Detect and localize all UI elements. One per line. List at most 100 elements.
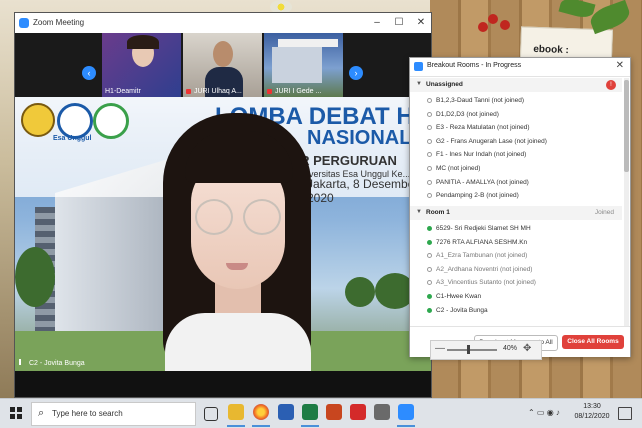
list-item[interactable]: C1-Hwee Kwan bbox=[410, 290, 622, 304]
list-item[interactable]: MC (not joined) bbox=[410, 162, 622, 176]
room-status: Joined bbox=[594, 209, 614, 216]
status-dot-icon bbox=[427, 253, 432, 259]
status-dot-icon bbox=[427, 98, 432, 103]
list-item[interactable]: A2_Ardhana Noventri (not joined) bbox=[410, 263, 622, 277]
participant-thumbnail[interactable]: JURI Ulhaq A... bbox=[183, 33, 262, 97]
scrollbar[interactable] bbox=[624, 78, 629, 326]
prev-page-arrow-icon[interactable]: ‹ bbox=[82, 66, 96, 80]
list-item[interactable]: G2 - Frans Anugerah Lase (not joined) bbox=[410, 135, 622, 149]
status-dot-icon bbox=[427, 294, 432, 299]
emblem-icon bbox=[21, 103, 55, 137]
zoom-logo-icon bbox=[414, 62, 423, 71]
task-view-icon[interactable] bbox=[204, 407, 218, 421]
zoom-bottom-area bbox=[15, 371, 431, 397]
mic-muted-icon bbox=[267, 89, 272, 94]
search-icon: ⌕ bbox=[38, 407, 45, 419]
taskbar-search[interactable]: ⌕ Type here to search bbox=[31, 402, 196, 426]
status-dot-icon bbox=[427, 226, 432, 231]
list-item[interactable]: 6529- Sri Redjeki Slamet SH MH bbox=[410, 222, 622, 236]
maximize-button[interactable]: ☐ bbox=[389, 13, 409, 33]
system-tray-icons[interactable]: ⌃ ▭ ◉ ♪ bbox=[528, 408, 560, 417]
status-dot-icon bbox=[427, 280, 432, 286]
list-item[interactable]: A1_Ezra Tambunan (not joined) bbox=[410, 249, 622, 263]
list-item[interactable]: PANITIA - AMALLYA (not joined) bbox=[410, 176, 622, 190]
list-item[interactable]: A3_Vincentius Sutanto (not joined) bbox=[410, 276, 622, 290]
berry-icon bbox=[500, 20, 510, 30]
status-dot-icon bbox=[427, 138, 432, 144]
logo-caption: Esa Unggul bbox=[53, 135, 92, 142]
participant-name: JURI Ulhaq A... bbox=[194, 88, 242, 95]
powerpoint-icon[interactable] bbox=[326, 404, 342, 420]
breakout-list: ▼ Unassigned ! B1,2,3-Daud Tanni (not jo… bbox=[410, 76, 622, 326]
clock-date: 08/12/2020 bbox=[574, 413, 610, 420]
close-all-rooms-button[interactable]: Close All Rooms bbox=[562, 335, 624, 349]
section-room-1[interactable]: ▼ Room 1 Joined bbox=[410, 206, 622, 220]
search-placeholder: Type here to search bbox=[52, 409, 123, 418]
status-dot-icon bbox=[427, 307, 432, 313]
windows-start-icon[interactable] bbox=[10, 407, 22, 419]
status-dot-icon bbox=[427, 179, 432, 185]
chevron-down-icon: ▼ bbox=[416, 81, 422, 87]
status-dot-icon bbox=[427, 111, 432, 117]
close-icon[interactable]: ✕ bbox=[616, 60, 624, 71]
list-item[interactable]: 7276 RTA ALFIANA SESHM.Kn bbox=[410, 236, 622, 250]
participant-strip: ‹ H1-Deamitr JURI Ulhaq A... JURI I Gede… bbox=[15, 33, 431, 97]
fit-to-window-icon[interactable]: ✥ bbox=[523, 343, 531, 354]
signal-bars-icon bbox=[19, 359, 27, 365]
status-dot-icon bbox=[427, 266, 432, 272]
close-button[interactable]: ✕ bbox=[411, 13, 431, 33]
chevron-down-icon: ▼ bbox=[416, 209, 422, 215]
excel-icon[interactable] bbox=[302, 404, 318, 420]
speaker-name: C2 - Jovita Bunga bbox=[29, 360, 85, 367]
scrollbar-thumb[interactable] bbox=[624, 80, 629, 172]
zoom-slider-knob[interactable] bbox=[467, 345, 470, 354]
word-icon[interactable] bbox=[278, 404, 294, 420]
status-dot-icon bbox=[427, 152, 432, 158]
participant-thumbnail[interactable]: H1-Deamitr bbox=[102, 33, 181, 97]
app-store-icon[interactable] bbox=[374, 404, 390, 420]
berry-icon bbox=[488, 14, 498, 24]
firefox-icon[interactable] bbox=[253, 404, 269, 420]
glasses-icon bbox=[195, 199, 233, 235]
list-item[interactable]: C2 - Jovita Bunga bbox=[410, 304, 622, 318]
event-logo bbox=[93, 103, 129, 139]
notification-icon[interactable] bbox=[618, 407, 632, 420]
zoom-title-bar: Zoom Meeting – ☐ ✕ bbox=[15, 13, 431, 33]
zoom-meeting-window: Zoom Meeting – ☐ ✕ ‹ H1-Deamitr JURI Ulh… bbox=[14, 12, 432, 398]
participant-name: JURI I Gede ... bbox=[275, 88, 322, 95]
list-item[interactable]: E3 - Reza Matulatan (not joined) bbox=[410, 121, 622, 135]
list-item[interactable]: Pendamping 2-B (not joined) bbox=[410, 189, 622, 203]
zoom-window-title: Zoom Meeting bbox=[33, 18, 85, 27]
list-item[interactable]: D1,D2,D3 (not joined) bbox=[410, 108, 622, 122]
zoom-out-icon[interactable]: — bbox=[435, 343, 445, 354]
status-dot-icon bbox=[427, 125, 432, 131]
zoom-taskbar-icon[interactable] bbox=[398, 404, 414, 420]
taskbar: ⌕ Type here to search ⌃ ▭ ◉ ♪ 13:30 08/1… bbox=[0, 398, 642, 428]
next-page-arrow-icon[interactable]: › bbox=[349, 66, 363, 80]
berry-icon bbox=[478, 22, 488, 32]
banner-title-2: NASIONAL bbox=[307, 127, 412, 149]
esa-unggul-logo bbox=[57, 103, 93, 139]
minimize-button[interactable]: – bbox=[367, 13, 387, 33]
alert-badge: ! bbox=[606, 80, 616, 90]
taskbar-clock[interactable]: 13:30 08/12/2020 bbox=[574, 402, 610, 422]
glasses-icon bbox=[243, 199, 281, 235]
speaker-shirt bbox=[165, 313, 311, 371]
list-item[interactable]: F1 - Ines Nur Indah (not joined) bbox=[410, 148, 622, 162]
breakout-title: Breakout Rooms - In Progress bbox=[427, 62, 522, 69]
zoom-slider[interactable] bbox=[447, 349, 497, 351]
zoom-level: 40% bbox=[503, 345, 518, 352]
file-explorer-icon[interactable] bbox=[228, 404, 244, 420]
status-dot-icon bbox=[427, 193, 432, 199]
list-item[interactable]: B1,2,3-Daud Tanni (not joined) bbox=[410, 94, 622, 108]
app-red-icon[interactable] bbox=[350, 404, 366, 420]
active-speaker-video: Esa Unggul LOMBA DEBAT HUKUM NASIONAL AN… bbox=[15, 97, 431, 371]
participant-name: H1-Deamitr bbox=[105, 88, 141, 95]
participant-thumbnail[interactable]: JURI I Gede ... bbox=[264, 33, 343, 97]
breakout-title-bar: Breakout Rooms - In Progress ✕ bbox=[410, 58, 630, 77]
status-dot-icon bbox=[427, 166, 432, 171]
zoom-logo-icon bbox=[19, 18, 29, 28]
section-unassigned[interactable]: ▼ Unassigned ! bbox=[410, 78, 622, 92]
speaker-caption: C2 - Jovita Bunga bbox=[19, 359, 85, 367]
breakout-rooms-panel: Breakout Rooms - In Progress ✕ ▼ Unassig… bbox=[409, 57, 631, 357]
